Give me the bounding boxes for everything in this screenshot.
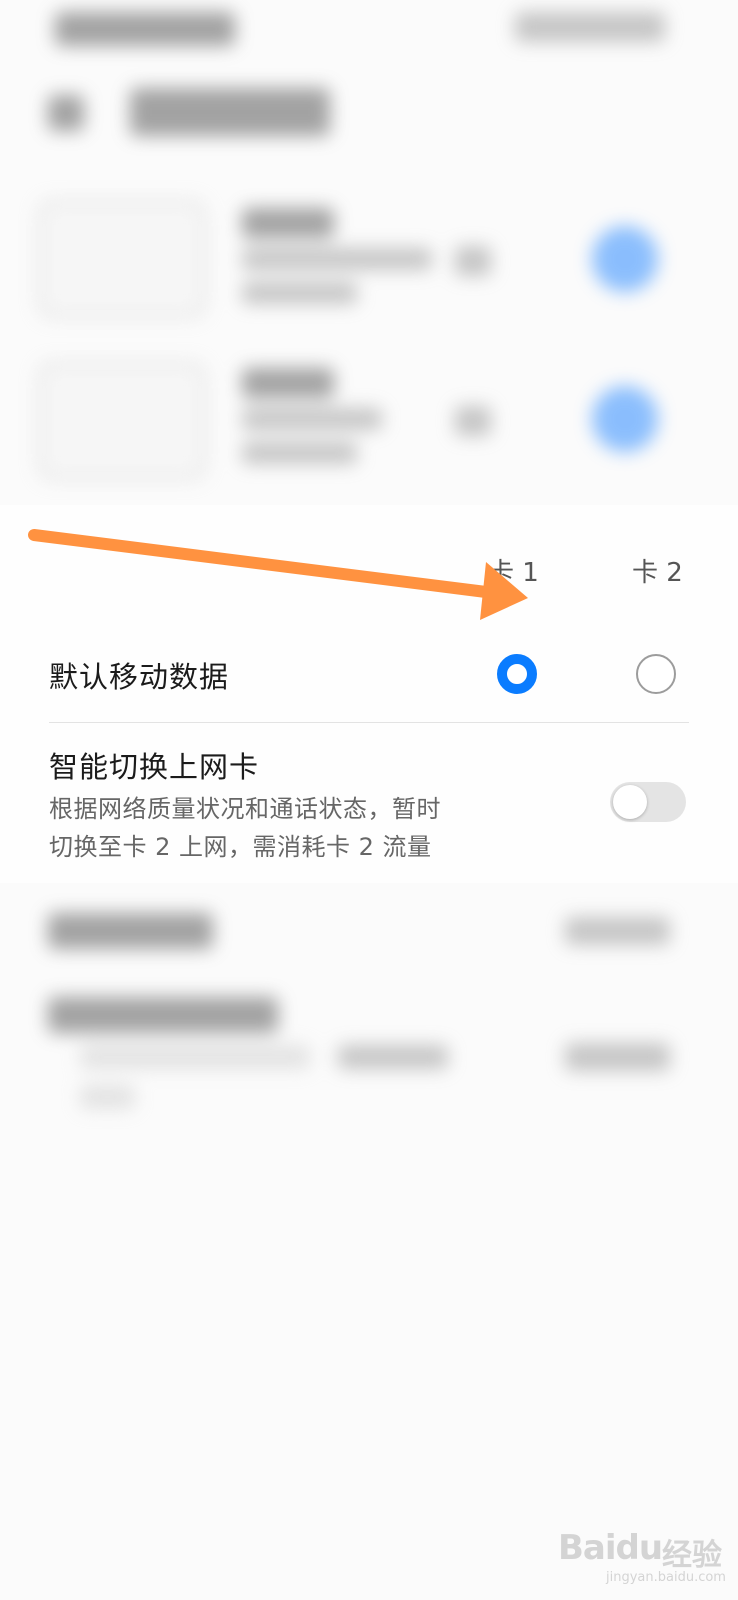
baidu-logo: Baidu [558,1528,663,1568]
smart-switch-toggle[interactable] [610,782,686,822]
jingyan-text: 经验 [662,1538,722,1573]
baidu-jingyan-watermark: Baidu 经验 jingyan.baidu.com [558,1510,728,1590]
card1-radio[interactable] [497,654,537,694]
card1-header: 卡 1 [488,558,539,588]
divider [49,722,689,723]
blurred-settings-list [0,885,738,1185]
blurred-sim-list [0,0,738,505]
watermark-url: jingyan.baidu.com [606,1570,726,1585]
toggle-knob [613,785,647,819]
smart-switch-title: 智能切换上网卡 [49,750,260,784]
card2-header: 卡 2 [632,558,683,588]
smart-switch-desc-line2: 切换至卡 2 上网，需消耗卡 2 流量 [49,833,432,861]
card2-radio[interactable] [636,654,676,694]
default-mobile-data-label: 默认移动数据 [49,660,230,694]
smart-switch-desc-line1: 根据网络质量状况和通话状态，暂时 [49,795,441,823]
